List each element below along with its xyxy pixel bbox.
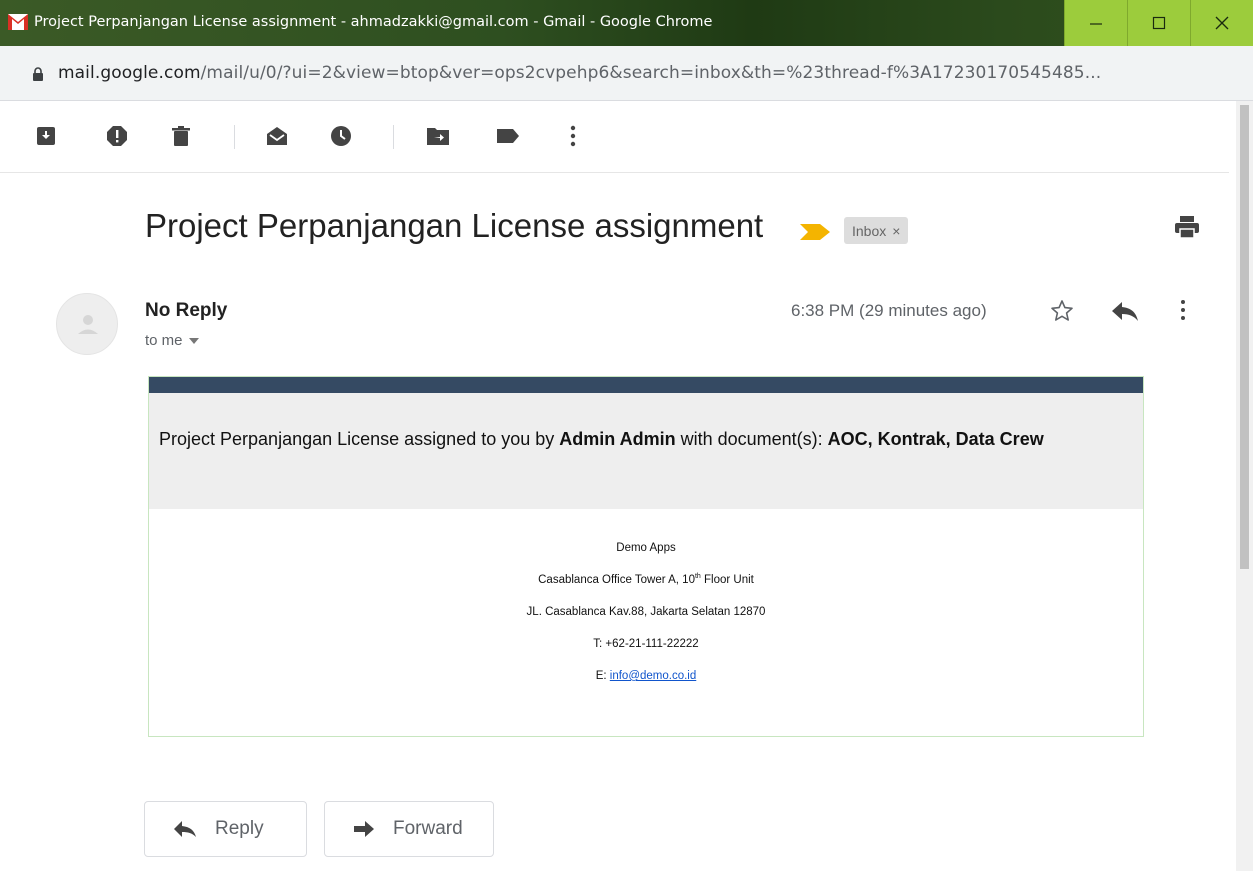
maximize-icon [1152, 16, 1166, 30]
move-to-icon [427, 128, 449, 145]
address-line-1: Casablanca Office Tower A, 10th Floor Un… [149, 573, 1143, 587]
report-spam-button[interactable] [102, 121, 132, 151]
star-icon[interactable] [1050, 299, 1074, 323]
message-toolbar [0, 101, 1229, 173]
url-host: mail.google.com [58, 63, 201, 83]
message-mid-text: with document(s): [675, 429, 828, 449]
url-text[interactable]: mail.google.com/mail/u/0/?ui=2&view=btop… [58, 63, 1101, 83]
report-spam-icon [107, 126, 127, 146]
window-titlebar: Project Perpanjangan License assignment … [0, 0, 1253, 46]
delete-button[interactable] [166, 121, 196, 151]
importance-marker-icon[interactable] [800, 224, 830, 240]
archive-button[interactable] [31, 121, 61, 151]
archive-icon [37, 127, 55, 145]
minimize-button[interactable] [1064, 0, 1127, 46]
label-icon [497, 129, 519, 143]
forward-label: Forward [393, 818, 463, 839]
caret-down-icon [188, 337, 199, 344]
window-controls [1064, 0, 1253, 46]
reply-label: Reply [215, 818, 264, 839]
default-avatar-icon [78, 315, 98, 334]
more-options-button[interactable] [558, 121, 588, 151]
email-signature: Demo Apps Casablanca Office Tower A, 10t… [149, 509, 1143, 683]
email-body: Project Perpanjangan License assigned to… [148, 376, 1144, 737]
remove-label-button[interactable]: × [892, 223, 900, 239]
email-subject: Project Perpanjangan License assignment [145, 207, 764, 244]
sender-avatar [56, 293, 118, 355]
minimize-icon [1090, 23, 1102, 25]
message-lead-text: Project Perpanjangan License assigned to… [159, 429, 560, 449]
email-prefix: E: [595, 670, 610, 682]
close-icon [1215, 16, 1229, 30]
forward-button[interactable]: Forward [324, 801, 494, 857]
message-timestamp: 6:38 PM (29 minutes ago) [791, 301, 987, 320]
recipient-text: to me [145, 332, 183, 349]
toolbar-divider [393, 125, 394, 149]
contact-email-line: E: info@demo.co.id [149, 669, 1143, 683]
snooze-icon [331, 126, 351, 146]
mark-unread-icon [267, 127, 287, 145]
reply-icon [174, 821, 196, 837]
address-line-1-suffix: Floor Unit [700, 574, 754, 586]
close-window-button[interactable] [1190, 0, 1253, 46]
url-path: /mail/u/0/?ui=2&view=btop&ver=ops2cvpehp… [200, 63, 1102, 83]
sender-name[interactable]: No Reply [145, 300, 227, 322]
document-list: AOC, Kontrak, Data Crew [827, 429, 1044, 449]
toolbar-divider [234, 125, 235, 149]
assigner-name: Admin Admin [559, 429, 676, 449]
reply-button[interactable]: Reply [144, 801, 307, 857]
forward-icon [354, 821, 374, 837]
contact-email-link[interactable]: info@demo.co.id [610, 670, 696, 682]
email-header-bar [149, 377, 1143, 393]
window-title: Project Perpanjangan License assignment … [34, 14, 713, 30]
more-vert-icon [570, 125, 576, 147]
address-line-1-text: Casablanca Office Tower A, 10 [538, 574, 695, 586]
lock-icon [33, 67, 43, 81]
gmail-logo-icon [8, 14, 28, 30]
phone-number: T: +62-21-111-22222 [593, 638, 699, 650]
snooze-button[interactable] [326, 121, 356, 151]
address-bar[interactable]: mail.google.com/mail/u/0/?ui=2&view=btop… [0, 46, 1253, 101]
scrollbar-thumb[interactable] [1240, 105, 1249, 569]
print-icon[interactable] [1174, 214, 1200, 240]
maximize-button[interactable] [1127, 0, 1190, 46]
move-to-button[interactable] [423, 121, 453, 151]
more-vert-icon[interactable] [1180, 298, 1186, 322]
mark-unread-button[interactable] [262, 121, 292, 151]
reply-icon[interactable] [1111, 301, 1139, 321]
recipient-details-toggle[interactable]: to me [145, 332, 199, 349]
scrollbar[interactable] [1236, 101, 1253, 871]
inbox-label-text: Inbox [852, 222, 887, 239]
address-line-2: JL. Casablanca Kav.88, Jakarta Selatan 1… [526, 606, 766, 618]
inbox-label-chip: Inbox × [844, 217, 909, 244]
delete-icon [172, 126, 190, 146]
company-name: Demo Apps [616, 542, 676, 554]
label-button[interactable] [493, 121, 523, 151]
assignment-message: Project Perpanjangan License assigned to… [149, 393, 1143, 509]
